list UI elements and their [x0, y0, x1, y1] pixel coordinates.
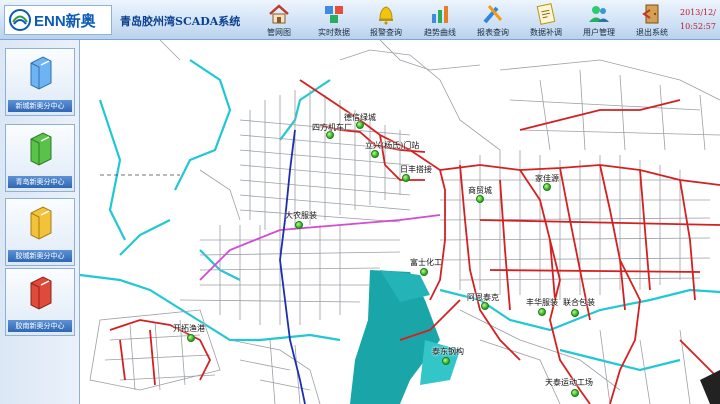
system-title: 青岛胶州湾SCADA系统	[120, 15, 241, 28]
time-text: 10:52:57	[680, 22, 716, 31]
folder-book-icon	[30, 276, 52, 310]
toolbar-label: 实时数据	[318, 28, 350, 37]
station-name: 丰华服装	[526, 298, 558, 307]
toolbar-label: 退出系统	[636, 28, 668, 37]
report-tools-icon	[483, 5, 503, 24]
edit-note-icon	[536, 3, 556, 25]
header-bar: ENN新奥 青岛胶州湾SCADA系统 管网图 实时数据 报警查询 趋势曲线 报表…	[0, 0, 720, 40]
toolbar-button-report-query[interactable]: 报表查询	[468, 2, 518, 39]
station-marker[interactable]	[481, 302, 489, 310]
station-name: 日丰搭接	[400, 165, 432, 174]
coast-marker	[700, 370, 720, 404]
station-marker[interactable]	[538, 308, 546, 316]
date-text: 2013/12/	[680, 8, 716, 17]
toolbar-button-user-management[interactable]: 用户管理	[574, 2, 624, 39]
scada-window: ENN新奥 青岛胶州湾SCADA系统 管网图 实时数据 报警查询 趋势曲线 报表…	[0, 0, 720, 404]
station-marker[interactable]	[402, 174, 410, 182]
enn-logo: ENN新奥	[4, 5, 112, 35]
toolbar-label: 数据补调	[530, 28, 562, 37]
sidebar-item-xincheng[interactable]: 新城新奥分中心	[5, 48, 75, 116]
users-icon	[589, 6, 609, 22]
toolbar-label: 报表查询	[477, 28, 509, 37]
station-marker[interactable]	[187, 334, 195, 342]
station-marker[interactable]	[571, 389, 579, 397]
station-marker[interactable]	[442, 357, 450, 365]
datetime-display: 2013/12/ 10:52:57	[680, 6, 718, 34]
station-name: 泰东钢构	[432, 347, 464, 356]
sidebar-item-qingdao[interactable]: 青岛新奥分中心	[5, 124, 75, 192]
sidebar-item-label: 青岛新奥分中心	[8, 176, 72, 188]
station-name: 开拓渔港	[173, 324, 205, 333]
sidebar-item-label: 新城新奥分中心	[8, 100, 72, 112]
folder-book-icon	[30, 132, 52, 166]
sidebar-item-jiaonan[interactable]: 胶南新奥分中心	[5, 268, 75, 336]
sidebar-item-label: 胶南新奥分中心	[8, 320, 72, 332]
folder-book-icon	[30, 56, 52, 90]
toolbar-button-exit-system[interactable]: 退出系统	[627, 2, 677, 39]
station-name: 联合包装	[563, 298, 595, 307]
toolbar-button-pipe-map[interactable]: 管网图	[254, 2, 304, 39]
branch-center-sidebar: 新城新奥分中心 青岛新奥分中心 胶城新奥分中心 胶南新奥分中心	[0, 40, 80, 404]
station-marker[interactable]	[420, 268, 428, 276]
toolbar-button-trend-curve[interactable]: 趋势曲线	[415, 2, 465, 39]
logo-text: ENN新奥	[34, 12, 96, 30]
trend-chart-icon	[432, 6, 448, 23]
exit-door-icon	[642, 4, 659, 24]
folder-book-icon	[30, 206, 52, 240]
station-name: 商贸城	[468, 186, 492, 195]
bell-icon	[379, 6, 393, 25]
toolbar-label: 趋势曲线	[424, 28, 456, 37]
station-marker[interactable]	[571, 309, 579, 317]
sidebar-item-jiaocheng[interactable]: 胶城新奥分中心	[5, 198, 75, 266]
sidebar-item-label: 胶城新奥分中心	[8, 250, 72, 262]
station-name: 家佳源	[535, 174, 559, 183]
station-name: 立兴(杨氏)门站	[365, 141, 420, 150]
station-marker[interactable]	[295, 221, 303, 229]
toolbar-button-realtime-data[interactable]: 实时数据	[309, 2, 359, 39]
toolbar-label: 用户管理	[583, 28, 615, 37]
station-name: 富士化工	[410, 258, 442, 267]
toolbar-label: 报警查询	[370, 28, 402, 37]
station-name: 天泰运动工场	[545, 378, 593, 387]
high-pressure-pipeline	[279, 129, 306, 404]
toolbar-button-data-supplement[interactable]: 数据补调	[521, 2, 571, 39]
enn-logo-icon	[9, 9, 31, 31]
station-marker[interactable]	[476, 195, 484, 203]
station-name: 阿恩泰克	[467, 293, 499, 302]
station-marker[interactable]	[371, 150, 379, 158]
map-canvas	[80, 40, 720, 404]
data-cubes-icon	[325, 6, 343, 23]
home-icon	[269, 4, 289, 24]
station-marker[interactable]	[543, 183, 551, 191]
toolbar-label: 管网图	[267, 28, 291, 37]
pipe-network-map[interactable]: 德信绿城 四方机车厂 立兴(杨氏)门站 日丰搭接 商贸城 家佳源 大农服装 富士…	[80, 40, 720, 404]
station-name: 四方机车厂	[312, 123, 352, 132]
station-name: 大农服装	[285, 211, 317, 220]
toolbar-button-alarm-query[interactable]: 报警查询	[361, 2, 411, 39]
